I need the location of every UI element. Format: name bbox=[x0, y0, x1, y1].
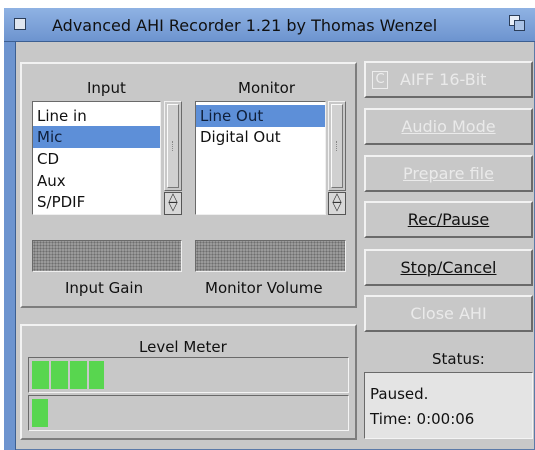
input-gain-slider[interactable] bbox=[32, 240, 182, 272]
monitor-volume-label: Monitor Volume bbox=[205, 279, 323, 297]
status-state: Paused. bbox=[370, 385, 429, 403]
rec-pause-label: Rec/Pause bbox=[407, 210, 490, 229]
input-listbox[interactable]: Line in Mic CD Aux S/PDIF bbox=[32, 101, 161, 215]
audio-mode-label: Audio Mode bbox=[401, 117, 496, 136]
audio-mode-button[interactable]: Audio Mode bbox=[364, 108, 533, 145]
prepare-file-button[interactable]: Prepare file bbox=[364, 155, 533, 192]
window-title: Advanced AHI Recorder 1.21 by Thomas Wen… bbox=[52, 16, 438, 35]
level-meter-right-fill bbox=[32, 399, 48, 427]
level-meter-heading: Level Meter bbox=[139, 338, 227, 356]
level-meter-left-fill bbox=[32, 361, 104, 389]
depth-gadget-icon[interactable] bbox=[509, 15, 527, 33]
format-label: AIFF 16-Bit bbox=[400, 70, 487, 89]
input-gain-label: Input Gain bbox=[65, 279, 144, 297]
format-cycle-button[interactable]: C AIFF 16-Bit bbox=[364, 61, 533, 98]
monitor-listbox[interactable]: Line Out Digital Out bbox=[195, 101, 326, 215]
level-meter-right bbox=[28, 395, 349, 431]
status-box: Paused. Time: 0:00:06 bbox=[364, 372, 533, 439]
monitor-heading: Monitor bbox=[238, 79, 296, 97]
status-time: Time: 0:00:06 bbox=[370, 410, 475, 428]
monitor-scrollbar[interactable] bbox=[328, 101, 346, 191]
close-ahi-label: Close AHI bbox=[410, 304, 487, 323]
scroll-arrows-icon[interactable]: △ ▽ bbox=[164, 191, 182, 215]
list-item-digital-out[interactable]: Digital Out bbox=[200, 126, 281, 148]
scroll-arrows-icon[interactable]: △ ▽ bbox=[328, 191, 346, 215]
cycle-icon: C bbox=[372, 71, 388, 89]
list-item-spdif[interactable]: S/PDIF bbox=[37, 191, 85, 213]
list-item-line-in[interactable]: Line in bbox=[37, 105, 87, 127]
scroll-knob[interactable] bbox=[331, 104, 343, 188]
monitor-volume-slider[interactable] bbox=[195, 240, 346, 272]
list-item-mic[interactable]: Mic bbox=[33, 126, 160, 148]
close-ahi-button[interactable]: Close AHI bbox=[364, 295, 533, 332]
rec-pause-button[interactable]: Rec/Pause bbox=[364, 201, 533, 238]
input-heading: Input bbox=[87, 79, 126, 97]
close-icon[interactable] bbox=[14, 18, 26, 30]
prepare-file-label: Prepare file bbox=[403, 164, 494, 183]
list-item-line-out[interactable]: Line Out bbox=[196, 105, 325, 127]
stop-cancel-button[interactable]: Stop/Cancel bbox=[364, 249, 533, 286]
list-item-aux[interactable]: Aux bbox=[37, 170, 66, 192]
level-meter-left bbox=[28, 357, 349, 393]
input-scrollbar[interactable] bbox=[164, 101, 182, 191]
stop-cancel-label: Stop/Cancel bbox=[400, 258, 497, 277]
window-border bbox=[4, 42, 16, 450]
scroll-knob[interactable] bbox=[167, 104, 179, 188]
list-item-cd[interactable]: CD bbox=[37, 148, 59, 170]
status-heading: Status: bbox=[432, 350, 485, 368]
